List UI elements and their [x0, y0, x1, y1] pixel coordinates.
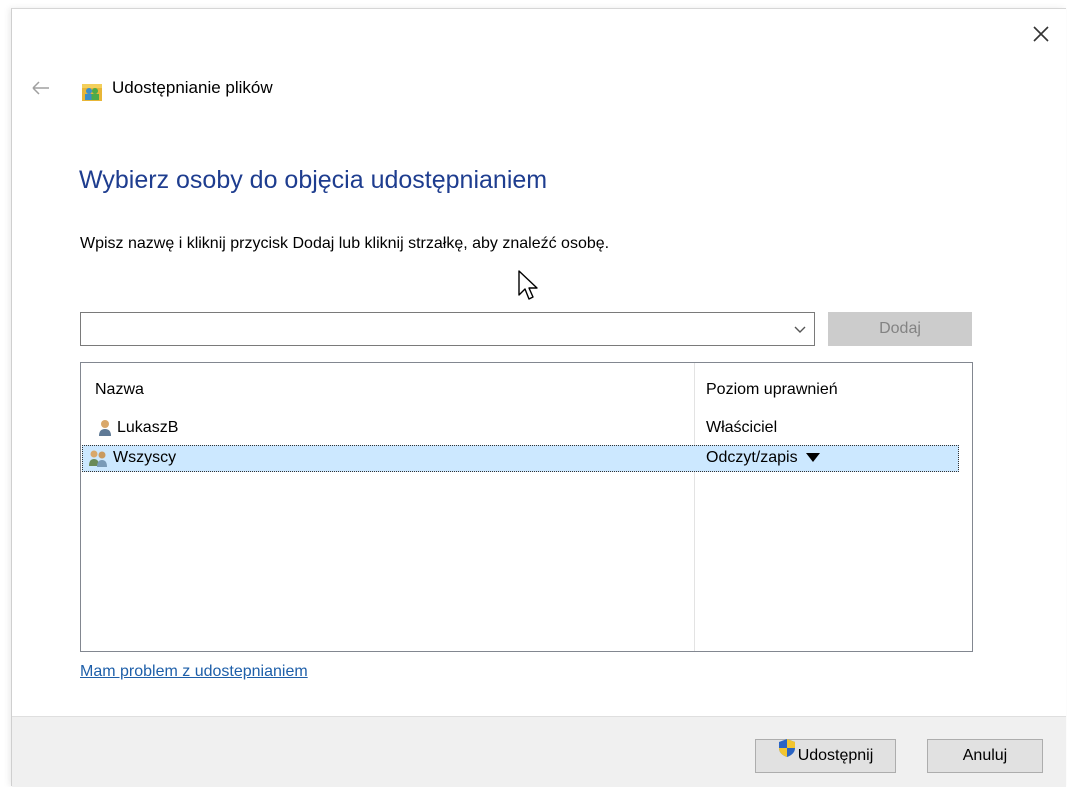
user-name-input[interactable] — [85, 315, 779, 345]
user-name: LukaszB — [117, 419, 179, 436]
window-title: Udostępnianie plików — [112, 78, 273, 97]
file-sharing-icon — [82, 82, 102, 102]
share-button[interactable]: Udostępnij — [755, 739, 896, 773]
cancel-button[interactable]: Anuluj — [927, 739, 1043, 773]
share-button-label: Udostępnij — [797, 747, 874, 764]
permission-dropdown[interactable]: Odczyt/zapis — [706, 449, 820, 467]
close-icon[interactable] — [1030, 23, 1052, 45]
column-header-name[interactable]: Nazwa — [95, 381, 144, 399]
dialog-footer: Udostępnij Anuluj — [12, 716, 1066, 787]
column-header-permission[interactable]: Poziom uprawnień — [706, 381, 838, 399]
user-name: Wszyscy — [113, 449, 177, 466]
add-button[interactable]: Dodaj — [828, 312, 972, 346]
list-item-selected[interactable]: Wszyscy Odczyt/zapis — [82, 445, 959, 472]
sharing-help-link[interactable]: Mam problem z udostepnianiem — [80, 663, 308, 681]
mouse-cursor-icon — [517, 269, 541, 305]
instruction-text: Wpisz nazwę i kliknij przycisk Dodaj lub… — [80, 235, 610, 252]
page-heading: Wybierz osoby do objęcia udostępnianiem — [79, 166, 548, 194]
users-group-icon — [88, 449, 110, 467]
user-combobox[interactable] — [80, 312, 815, 346]
back-arrow-icon[interactable] — [32, 81, 50, 95]
list-item[interactable]: LukaszB Właściciel — [81, 416, 972, 440]
uac-shield-icon — [778, 738, 796, 770]
user-icon — [96, 419, 114, 437]
sharing-list: Nazwa Poziom uprawnień LukaszB Właścicie… — [80, 362, 973, 652]
chevron-down-icon[interactable] — [792, 321, 808, 337]
column-divider — [694, 363, 695, 651]
dropdown-triangle-icon[interactable] — [805, 449, 820, 467]
permission-level: Odczyt/zapis — [706, 449, 798, 467]
share-dialog: Udostępnianie plików Wybierz osoby do ob… — [11, 8, 1066, 787]
permission-level: Właściciel — [706, 419, 778, 436]
